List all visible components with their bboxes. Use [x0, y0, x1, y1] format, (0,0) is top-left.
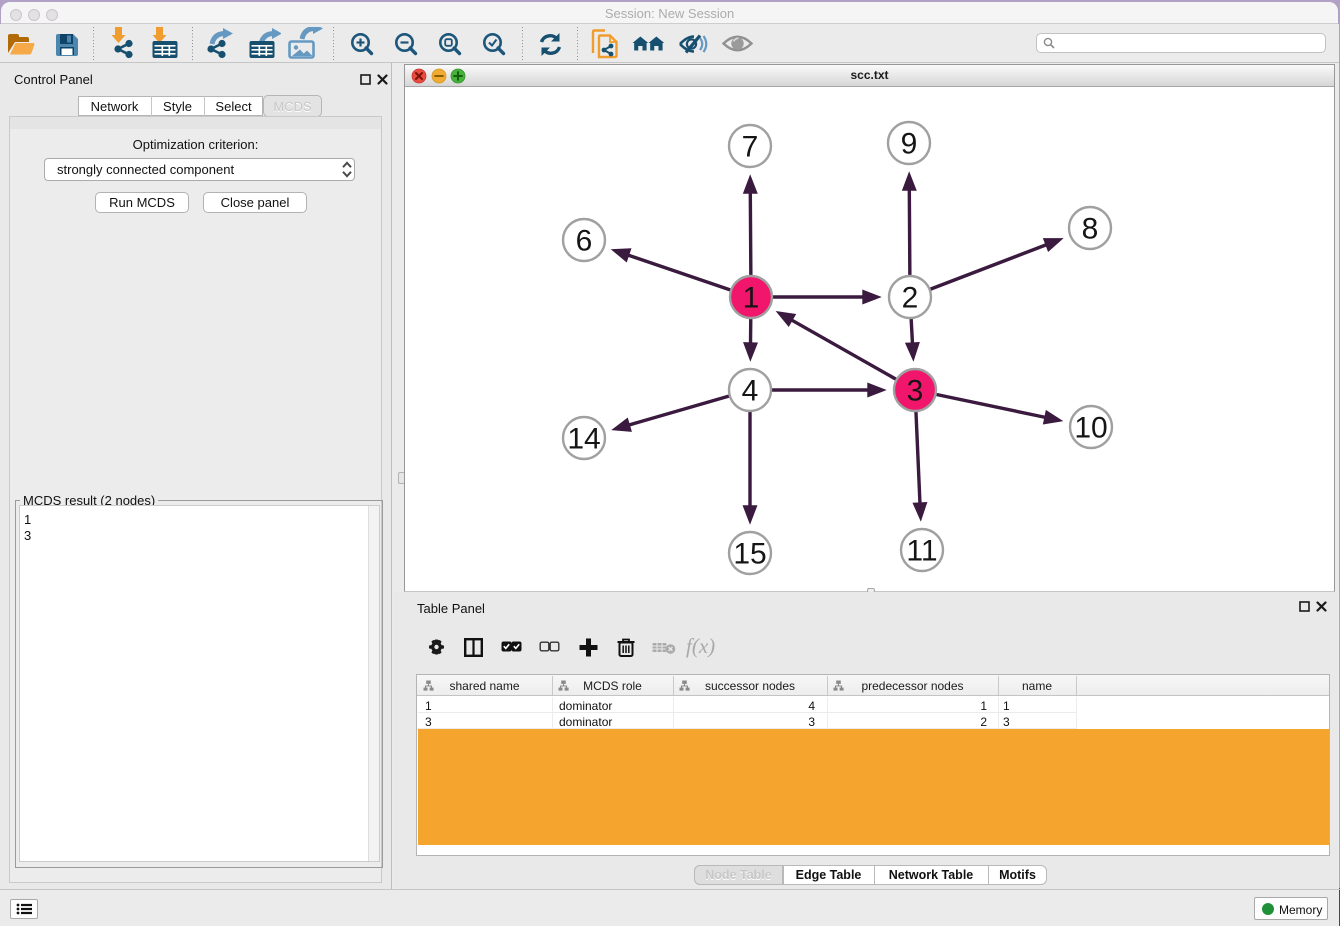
svg-text:3: 3	[907, 375, 924, 408]
svg-text:2: 2	[902, 282, 919, 315]
svg-text:11: 11	[906, 535, 937, 568]
svg-text:15: 15	[733, 538, 766, 571]
svg-text:14: 14	[567, 423, 600, 456]
svg-text:10: 10	[1074, 412, 1107, 445]
svg-text:4: 4	[742, 375, 759, 408]
svg-text:6: 6	[576, 225, 593, 258]
svg-text:9: 9	[901, 128, 918, 161]
svg-text:1: 1	[743, 282, 760, 315]
svg-text:7: 7	[742, 131, 759, 164]
svg-text:8: 8	[1082, 213, 1099, 246]
